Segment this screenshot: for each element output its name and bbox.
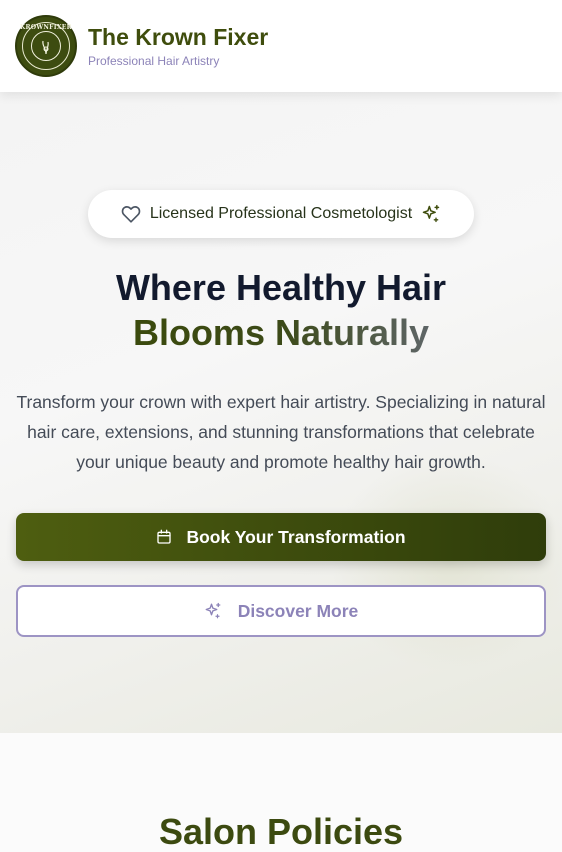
brand-subtitle: Professional Hair Artistry (88, 54, 220, 69)
license-badge: Licensed Professional Cosmetologist (88, 190, 474, 238)
brand-name[interactable]: The Krown Fixer (88, 24, 268, 50)
hero-glow (330, 452, 562, 672)
hero-title-line2: Blooms Naturally (132, 312, 430, 353)
discover-more-label: Discover More (237, 600, 359, 621)
site-header: KROWNFIXER The Krown Fixer Professional … (0, 0, 562, 92)
sparkles-icon (204, 602, 222, 620)
hero-section: Licensed Professional Cosmetologist Wher… (0, 92, 562, 733)
discover-more-button[interactable]: Discover More (16, 585, 546, 637)
salon-policies-section: Salon Policies (0, 733, 562, 852)
sparkles-icon (421, 204, 441, 224)
salon-policies-title: Salon Policies (158, 811, 404, 852)
heart-icon (121, 205, 141, 223)
brand-block: The Krown Fixer Professional Hair Artist… (88, 24, 268, 68)
calendar-icon (156, 529, 172, 545)
hero-title: Where Healthy Hair Blooms Naturally (0, 265, 562, 355)
book-transformation-button[interactable]: Book Your Transformation (16, 513, 546, 561)
book-transformation-label: Book Your Transformation (186, 526, 406, 547)
license-badge-text: Licensed Professional Cosmetologist (149, 205, 413, 222)
logo-text: KROWNFIXER (20, 24, 72, 31)
hero-description: Transform your crown with expert hair ar… (16, 392, 546, 472)
brand-logo[interactable]: KROWNFIXER (15, 15, 77, 77)
hero-title-line1: Where Healthy Hair (115, 267, 447, 308)
